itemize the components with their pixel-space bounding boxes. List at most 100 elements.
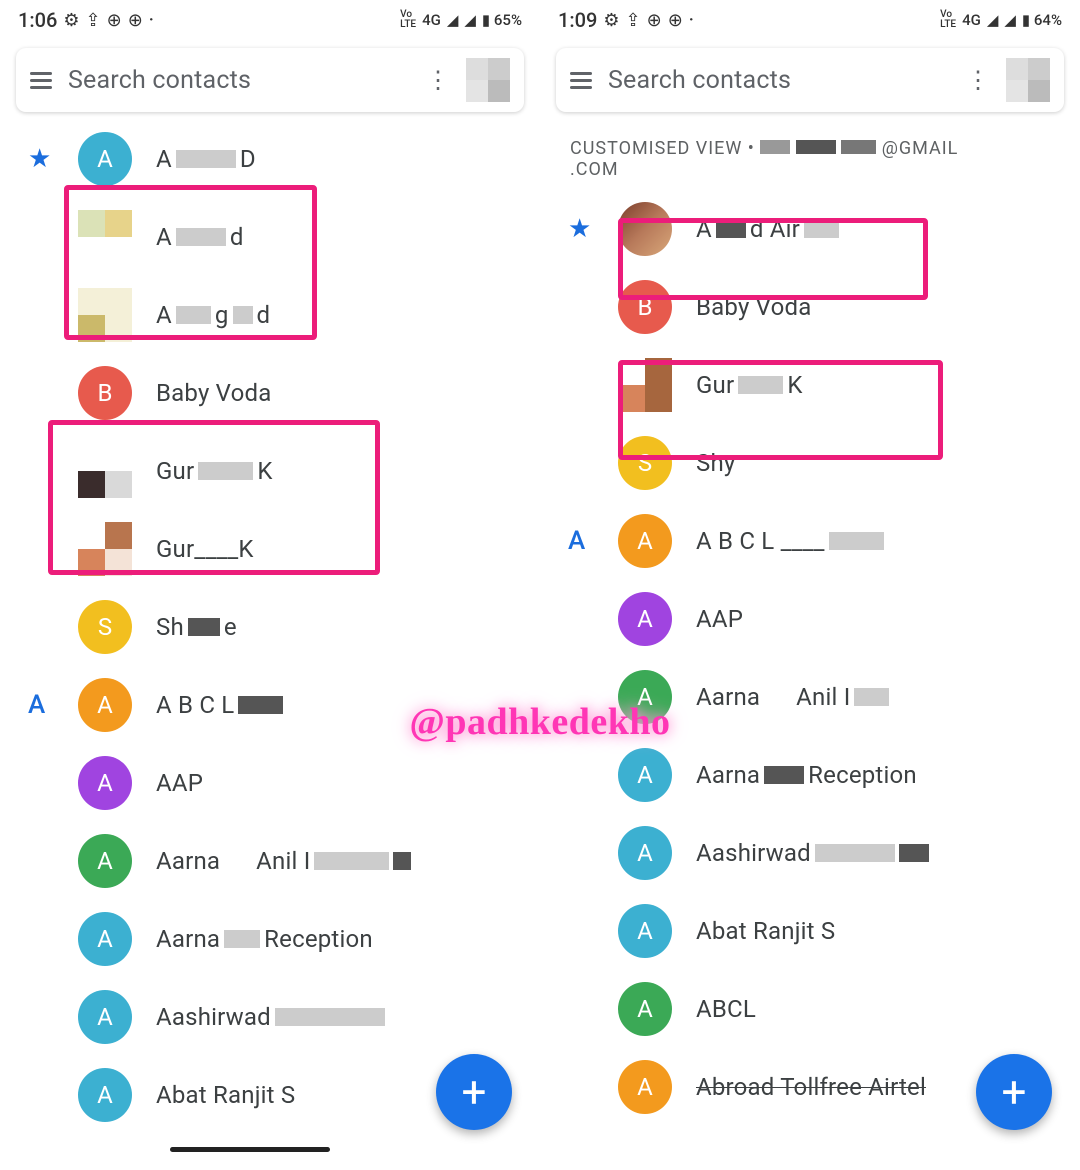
contact-row[interactable]: Gur K <box>548 346 1072 424</box>
network-icon: 4G <box>422 11 441 29</box>
battery-icon: ▮ 65% <box>482 11 522 29</box>
contact-row[interactable]: AAAP <box>8 744 532 822</box>
view-header: CUSTOMISED VIEW • @GMAIL.COM <box>548 120 1072 190</box>
contact-avatar: A <box>78 1068 132 1122</box>
signal-icon-2: ◢ <box>1004 11 1016 29</box>
contact-avatar: A <box>618 904 672 958</box>
search-bar[interactable]: Search contacts ⋮ <box>556 48 1064 112</box>
section-letter: A <box>28 690 45 720</box>
contact-avatar: B <box>78 366 132 420</box>
contact-avatar: A <box>78 132 132 186</box>
contact-name: Baby Voda <box>156 379 271 407</box>
contact-row[interactable]: S She <box>8 588 532 666</box>
contact-row[interactable]: B Baby Voda <box>548 268 1072 346</box>
contact-name: ABCL <box>696 995 756 1023</box>
signal-icon: ◢ <box>987 11 999 29</box>
network-icon: 4G <box>962 11 981 29</box>
gear-icon: ⚙ <box>603 10 619 31</box>
contact-row[interactable]: ★ Ad Air <box>548 190 1072 268</box>
contact-avatar <box>618 202 672 256</box>
contact-name: AAP <box>696 605 743 633</box>
contact-avatar: A <box>618 826 672 880</box>
signal-icon-2: ◢ <box>464 11 476 29</box>
globe-icon-2: ⊕ <box>128 10 143 31</box>
hamburger-icon[interactable] <box>570 72 592 89</box>
contact-row[interactable]: Ad <box>8 198 532 276</box>
contact-name: A B C L ____ <box>696 527 884 555</box>
contact-name: She <box>156 613 237 641</box>
contact-row[interactable]: A AarnaAnil I <box>8 822 532 900</box>
contact-list: ★AADAdAgdBBaby VodaGurKGur____KSSheAAA B… <box>8 120 532 1134</box>
contact-avatar: A <box>618 748 672 802</box>
contact-avatar <box>618 358 672 412</box>
account-avatar[interactable] <box>466 58 510 102</box>
status-time: 1:09 <box>558 8 597 32</box>
more-icon[interactable]: ⋮ <box>966 66 990 94</box>
globe-icon-2: ⊕ <box>668 10 683 31</box>
contact-name: AAP <box>156 769 203 797</box>
star-icon: ★ <box>28 144 51 174</box>
contact-row[interactable]: ★ A AD <box>8 120 532 198</box>
search-bar[interactable]: Search contacts ⋮ <box>16 48 524 112</box>
globe-icon: ⊕ <box>647 10 662 31</box>
contact-row[interactable]: Agd <box>8 276 532 354</box>
contact-row[interactable]: B Baby Voda <box>8 354 532 432</box>
volte-icon: VoLTE <box>940 10 956 30</box>
contact-row[interactable]: A Abat Ranjit S <box>548 892 1072 970</box>
contact-avatar: A <box>618 1060 672 1114</box>
status-time: 1:06 <box>18 8 57 32</box>
contact-name: AD <box>156 145 256 173</box>
contact-row[interactable]: A Aashirwad <box>548 814 1072 892</box>
search-placeholder: Search contacts <box>608 66 950 95</box>
contact-row[interactable]: Gur____K <box>8 510 532 588</box>
contact-name: Baby Voda <box>696 293 811 321</box>
contact-avatar: A <box>618 982 672 1036</box>
contact-avatar: A <box>618 514 672 568</box>
contact-row[interactable]: A Aashirwad <box>8 978 532 1056</box>
contact-name: Ad Air <box>696 215 839 243</box>
contact-row[interactable]: A AarnaReception <box>548 736 1072 814</box>
contact-row[interactable]: GurK <box>8 432 532 510</box>
contact-row[interactable]: AAarnaReception <box>8 900 532 978</box>
contact-name: Ad <box>156 223 244 251</box>
contact-avatar: A <box>78 834 132 888</box>
contact-name: Aashirwad <box>156 1003 385 1031</box>
sync-icon: ⇪ <box>86 10 101 31</box>
contact-avatar <box>78 522 132 576</box>
contact-name: Gur K <box>696 371 803 399</box>
contact-row[interactable]: S Shy <box>548 424 1072 502</box>
contact-avatar: A <box>78 678 132 732</box>
contact-name: Shy <box>696 449 735 477</box>
contact-avatar: S <box>618 436 672 490</box>
contact-name: AarnaReception <box>696 761 917 789</box>
contact-row[interactable]: AAA B C L <box>8 666 532 744</box>
contact-row[interactable]: A ABCL <box>548 970 1072 1048</box>
contact-name: Abat Ranjit S <box>696 917 835 945</box>
contact-list: ★Ad AirBBaby VodaGur KSShyAAA B C L ____… <box>548 190 1072 1126</box>
contact-row[interactable]: AAA B C L ____ <box>548 502 1072 580</box>
contact-name: Abroad Tollfree Airtel <box>696 1073 926 1101</box>
contact-name: Gur____K <box>156 535 254 563</box>
contact-avatar: S <box>78 600 132 654</box>
contact-name: AarnaAnil I <box>156 847 411 875</box>
star-icon: ★ <box>568 214 591 244</box>
gear-icon: ⚙ <box>63 10 79 31</box>
contact-avatar: A <box>78 912 132 966</box>
contact-row[interactable]: AAAP <box>548 580 1072 658</box>
contact-avatar: B <box>618 280 672 334</box>
hamburger-icon[interactable] <box>30 72 52 89</box>
contact-avatar: A <box>618 670 672 724</box>
contact-row[interactable]: AAarnaAnil I <box>548 658 1072 736</box>
nav-indicator <box>170 1147 330 1152</box>
account-avatar[interactable] <box>1006 58 1050 102</box>
contact-name: A B C L <box>156 691 283 719</box>
add-contact-fab[interactable]: + <box>436 1054 512 1130</box>
more-icon[interactable]: ⋮ <box>426 66 450 94</box>
add-contact-fab[interactable]: + <box>976 1054 1052 1130</box>
contact-avatar: A <box>78 990 132 1044</box>
status-bar: 1:06 ⚙ ⇪ ⊕ ⊕ · VoLTE 4G ◢ ◢ ▮ 65% <box>8 0 532 40</box>
sync-icon: ⇪ <box>626 10 641 31</box>
contact-name: Aashirwad <box>696 839 929 867</box>
contact-avatar <box>78 288 132 342</box>
battery-icon: ▮ 64% <box>1022 11 1062 29</box>
